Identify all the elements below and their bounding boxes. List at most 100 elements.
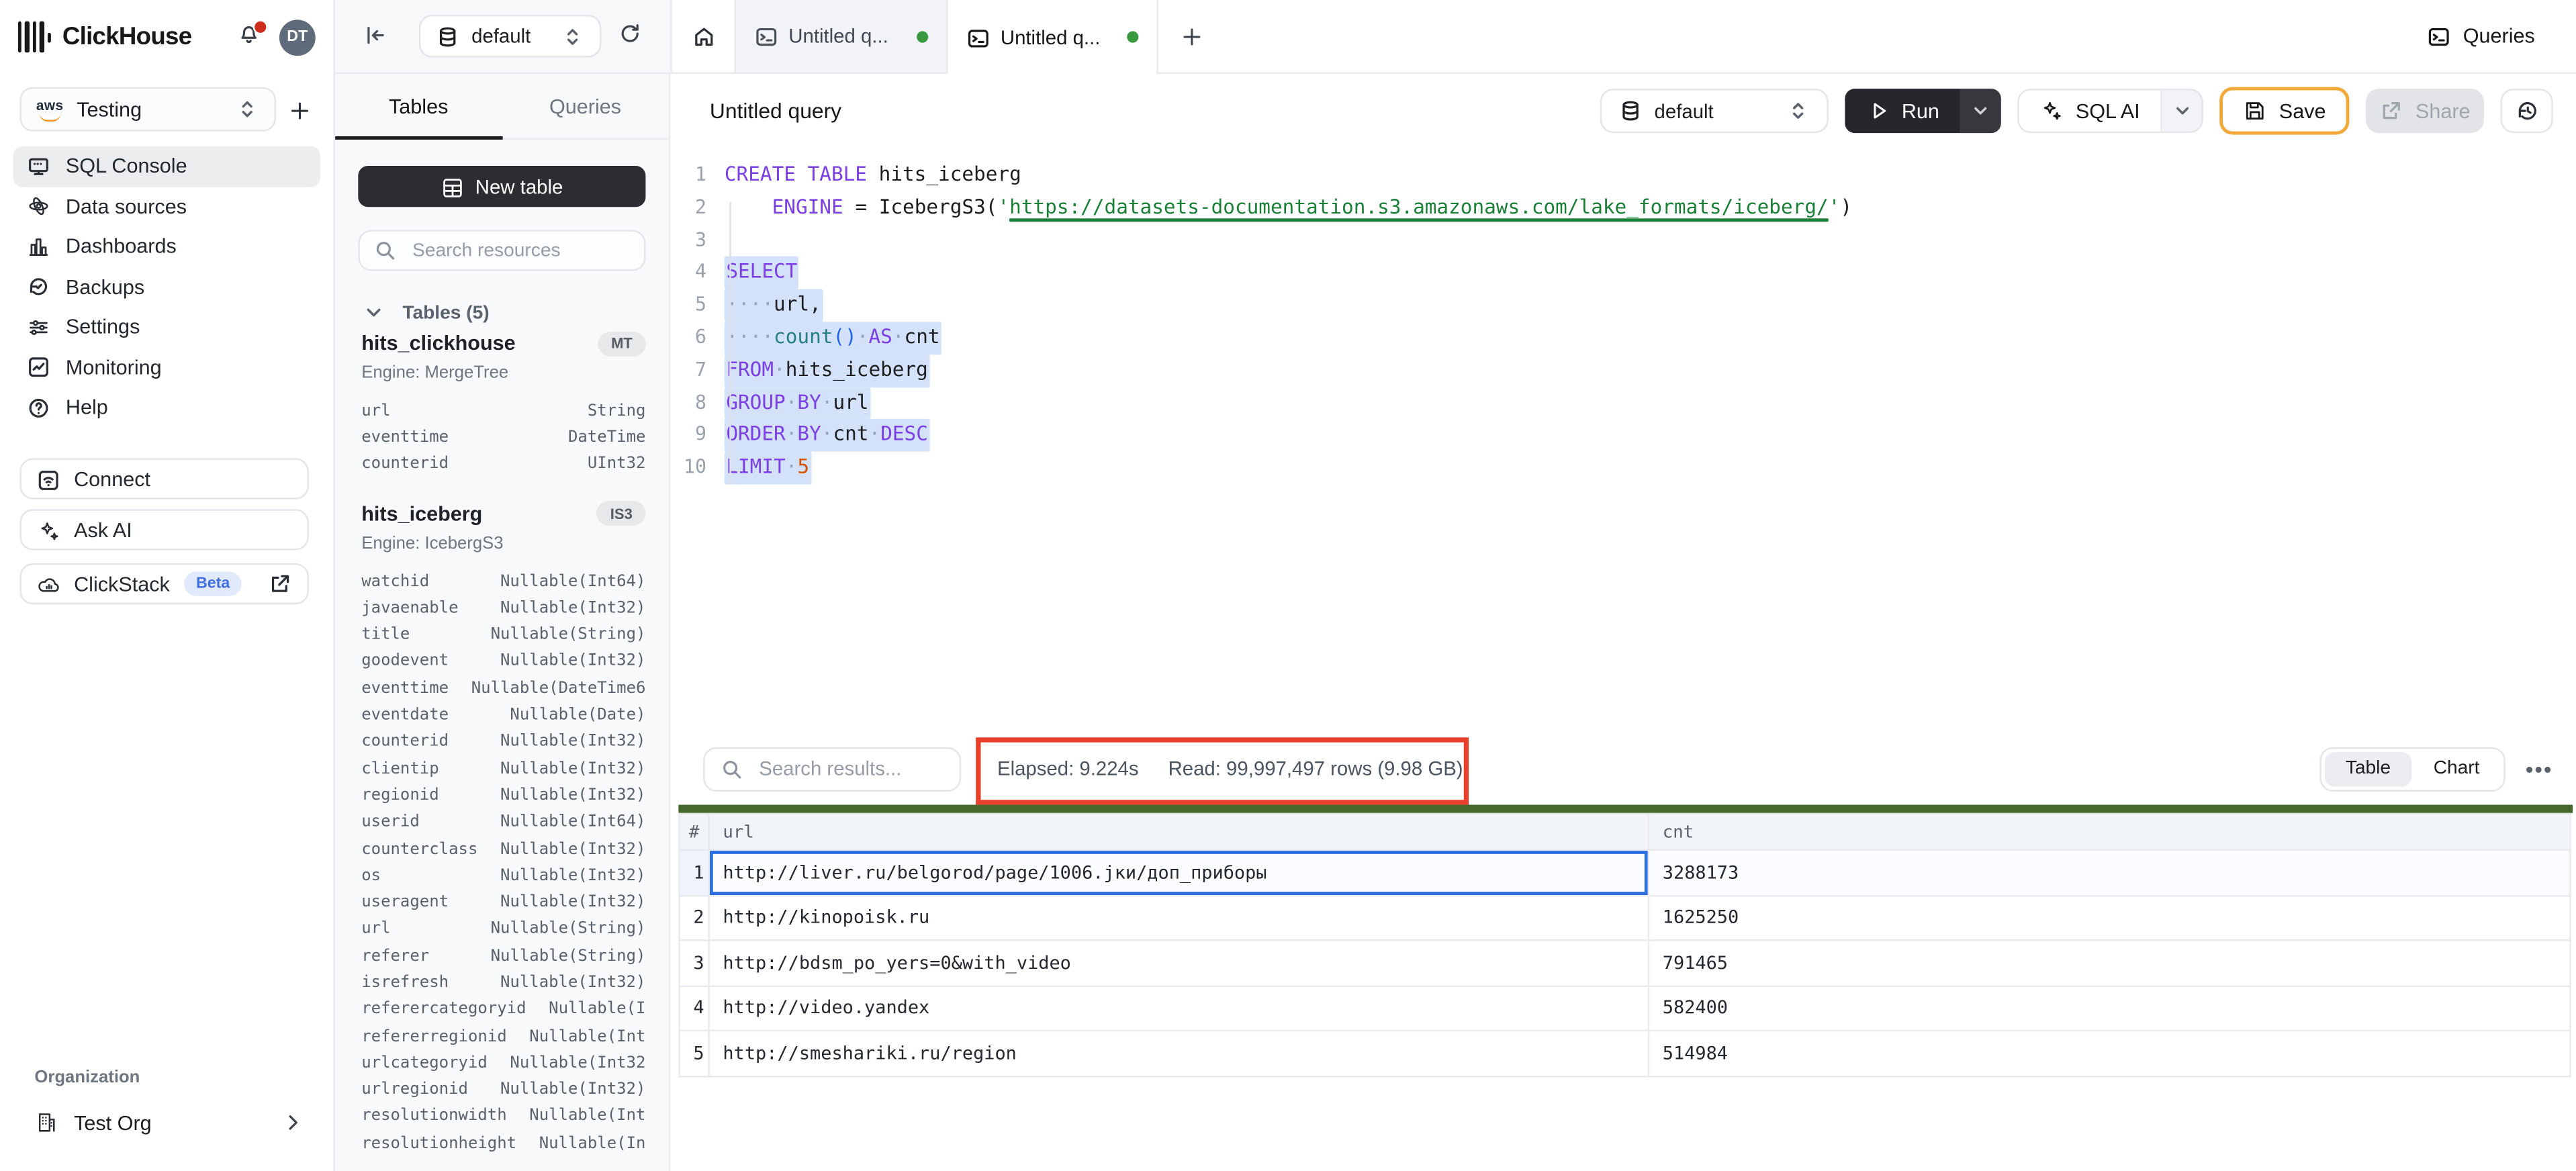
column-row[interactable]: urlNullable(String) (335, 916, 669, 943)
sql-editor[interactable]: 1CREATE TABLE hits_iceberg2 ENGINE = Ice… (670, 148, 2576, 733)
column-row[interactable]: eventtimeNullable(DateTime6 (335, 675, 669, 702)
column-row[interactable]: refererNullable(String) (335, 943, 669, 970)
sidebar-item-label: Data sources (66, 195, 187, 218)
sidebar-item-dashboards[interactable]: Dashboards (13, 227, 320, 267)
table-row: 4http://video.yandex582400 (680, 986, 2571, 1031)
url-cell[interactable]: http://smeshariki.ru/region (709, 1031, 1649, 1076)
view-toggle-chart[interactable]: Chart (2412, 751, 2501, 786)
column-row[interactable]: goodeventNullable(Int32) (335, 649, 669, 675)
refresh-button[interactable] (618, 21, 643, 46)
sidebar-item-settings[interactable]: Settings (13, 307, 320, 347)
app-window: ClickHouse DT aws Testing SQL ConsoleDat… (0, 0, 2576, 1171)
cnt-cell[interactable]: 1625250 (1649, 895, 2570, 940)
sidebar-item-monitoring[interactable]: Monitoring (13, 347, 320, 387)
line-number: 5 (670, 289, 706, 322)
results-search[interactable] (703, 747, 961, 791)
column-row[interactable]: resolutionheightNullable(In (335, 1130, 669, 1157)
new-tab-button[interactable] (1158, 0, 1224, 73)
query-tab-2[interactable]: Untitled q... (946, 0, 1158, 74)
column-row[interactable]: urlregionidNullable(Int32) (335, 1076, 669, 1103)
column-name: counterclass (361, 840, 477, 858)
cnt-cell[interactable]: 582400 (1649, 986, 2570, 1031)
table-columns: watchidNullable(Int64)javaenableNullable… (335, 568, 669, 1157)
home-button[interactable] (672, 0, 735, 73)
column-header-index[interactable]: # (680, 814, 709, 850)
sidebar-item-data-sources[interactable]: Data sources (13, 187, 320, 227)
database-selector[interactable]: default (419, 15, 602, 58)
cnt-cell[interactable]: 3288173 (1649, 850, 2570, 895)
column-header-url[interactable]: url (709, 814, 1649, 850)
save-button[interactable]: Save (2219, 87, 2349, 135)
column-header-cnt[interactable]: cnt (1649, 814, 2570, 850)
collapse-sidebar-button[interactable] (363, 23, 388, 48)
sidebar-item-sql-console[interactable]: SQL Console (13, 146, 320, 187)
column-row[interactable]: refererregionidNullable(Int (335, 1023, 669, 1050)
cnt-cell[interactable]: 791465 (1649, 940, 2570, 985)
notifications-button[interactable] (236, 22, 266, 52)
resources-tab-tables[interactable]: Tables (335, 74, 502, 138)
resources-search-input[interactable] (409, 239, 631, 262)
query-tab-1[interactable]: Untitled q... (735, 0, 947, 73)
column-row[interactable]: regionidNullable(Int32) (335, 782, 669, 809)
table-item[interactable]: hits_icebergIS3 (361, 499, 645, 528)
editor-database-selector[interactable]: default (1600, 89, 1829, 133)
column-row[interactable]: counterclassNullable(Int32) (335, 836, 669, 863)
column-row[interactable]: urlString (335, 397, 669, 424)
resources-tab-queries[interactable]: Queries (502, 74, 668, 138)
url-cell[interactable]: http://liver.ru/belgorod/page/1006.jки/д… (709, 850, 1649, 895)
column-row[interactable]: referercategoryidNullable(I (335, 996, 669, 1023)
column-row[interactable]: watchidNullable(Int64) (335, 568, 669, 595)
connect-button[interactable]: Connect (19, 458, 309, 499)
column-row[interactable]: javaenableNullable(Int32) (335, 595, 669, 622)
resources-search[interactable] (358, 230, 645, 271)
sidebar-item-backups[interactable]: Backups (13, 267, 320, 307)
results-search-input[interactable] (755, 755, 944, 782)
url-cell[interactable]: http://kinopoisk.ru (709, 895, 1649, 940)
run-button[interactable]: Run (1845, 89, 2000, 133)
table-item[interactable]: hits_clickhouseMT (361, 328, 645, 358)
column-row[interactable]: urlcategoryidNullable(Int32 (335, 1050, 669, 1077)
column-name: os (361, 867, 381, 885)
code-line-content: ····count()·AS·cnt (725, 322, 941, 354)
read-stat: Read: 99,997,497 rows (9.98 GB) (1168, 757, 1463, 780)
column-row[interactable]: osNullable(Int32) (335, 863, 669, 890)
view-toggle-table[interactable]: Table (2324, 751, 2412, 786)
clickstack-button[interactable]: ClickStack Beta (19, 563, 309, 604)
column-row[interactable]: resolutionwidthNullable(Int (335, 1103, 669, 1130)
notification-dot (253, 19, 268, 34)
organization-item[interactable]: Test Org (19, 1104, 320, 1141)
column-row[interactable]: isrefreshNullable(Int32) (335, 970, 669, 996)
sql-ai-caret[interactable] (2160, 91, 2201, 132)
run-options-caret[interactable] (1960, 89, 2001, 133)
queries-button[interactable]: Queries (2427, 0, 2576, 73)
avatar[interactable]: DT (279, 19, 316, 55)
column-row[interactable]: counteridNullable(Int32) (335, 729, 669, 755)
code-token: BY (797, 390, 821, 413)
ask-ai-button[interactable]: Ask AI (19, 509, 309, 550)
add-service-button[interactable] (283, 93, 316, 126)
monitoring-icon (26, 355, 51, 380)
sql-ai-button[interactable]: SQL AI (2017, 89, 2203, 133)
column-row[interactable]: clientipNullable(Int32) (335, 755, 669, 782)
url-cell[interactable]: http://video.yandex (709, 986, 1649, 1031)
column-row[interactable]: counteridUInt32 (335, 451, 669, 478)
row-index-cell: 4 (680, 986, 709, 1031)
tables-group-header[interactable]: Tables (5) (361, 301, 489, 326)
column-row[interactable]: useragentNullable(Int32) (335, 889, 669, 916)
new-table-button[interactable]: New table (358, 166, 645, 207)
sidebar-item-help[interactable]: Help (13, 387, 320, 428)
column-row[interactable]: eventtimeDateTime (335, 424, 669, 451)
column-row[interactable]: eventdateNullable(Date) (335, 702, 669, 729)
code-line-content: FROM·hits_iceberg (725, 355, 929, 387)
history-button[interactable] (2500, 89, 2552, 133)
query-title[interactable]: Untitled query (710, 99, 841, 124)
cnt-cell[interactable]: 514984 (1649, 1031, 2570, 1076)
code-token: hits_iceberg (786, 358, 928, 381)
column-row[interactable]: useridNullable(Int64) (335, 809, 669, 836)
service-selector[interactable]: aws Testing (19, 87, 276, 132)
code-token: · (892, 325, 905, 348)
share-button[interactable]: Share (2366, 89, 2484, 133)
more-options-button[interactable]: ••• (2526, 756, 2553, 781)
url-cell[interactable]: http://bdsm_po_yers=0&with_video (709, 940, 1649, 985)
column-row[interactable]: titleNullable(String) (335, 622, 669, 649)
